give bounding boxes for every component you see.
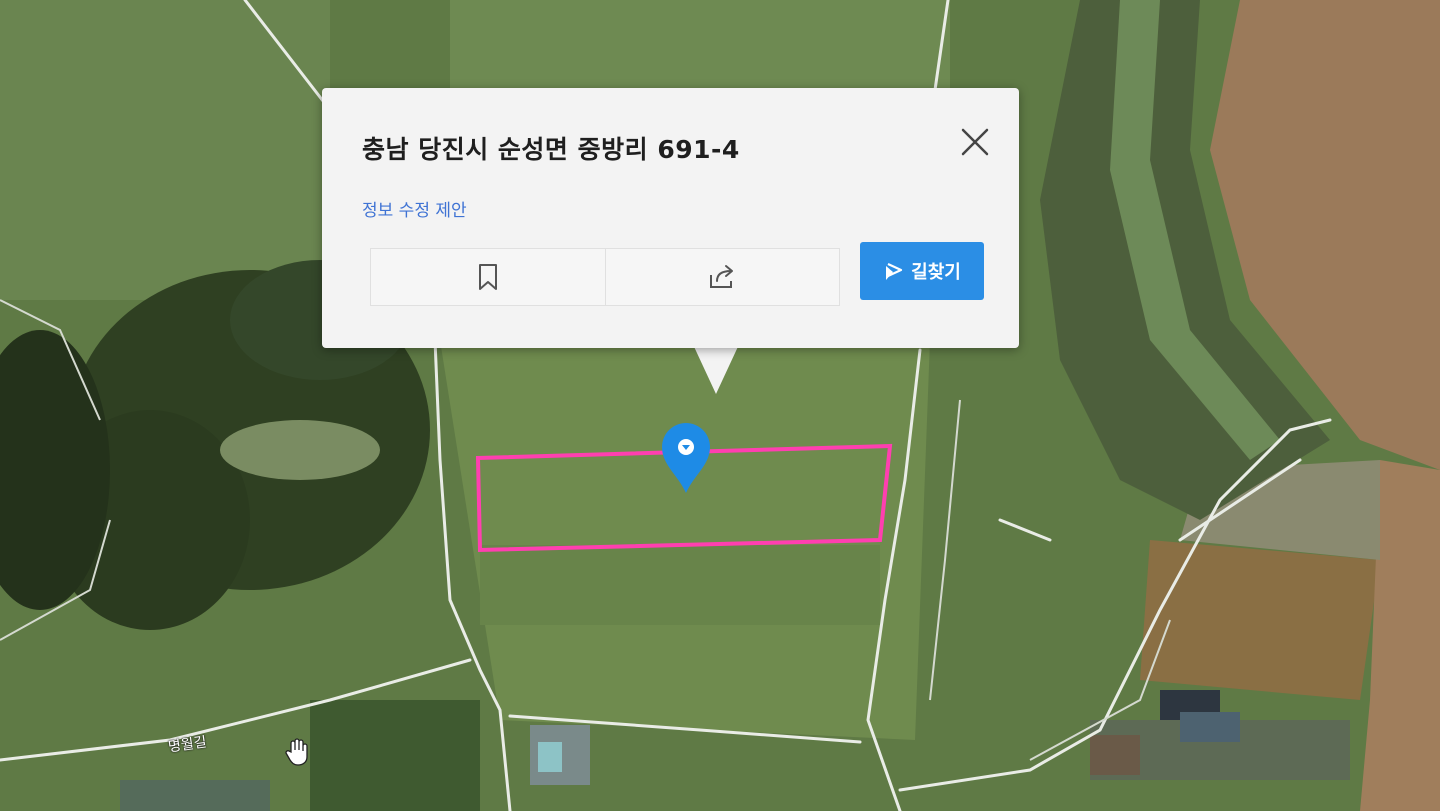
address-title: 충남 당진시 순성면 중방리 691-4	[362, 135, 740, 164]
save-button[interactable]	[371, 249, 605, 305]
place-info-popup: 충남 당진시 순성면 중방리 691-4 정보 수정 제안 길찾기	[322, 88, 1019, 348]
suggest-edit-link[interactable]: 정보 수정 제안	[362, 196, 467, 221]
directions-label: 길찾기	[911, 262, 961, 283]
share-button[interactable]	[604, 249, 840, 305]
close-button[interactable]	[955, 122, 995, 162]
share-icon	[710, 265, 734, 288]
action-bar	[370, 248, 840, 306]
bookmark-icon	[478, 264, 497, 290]
hand-cursor-icon	[285, 738, 308, 766]
directions-button[interactable]: 길찾기	[860, 242, 984, 300]
directions-icon	[886, 263, 903, 280]
close-icon	[961, 128, 989, 156]
